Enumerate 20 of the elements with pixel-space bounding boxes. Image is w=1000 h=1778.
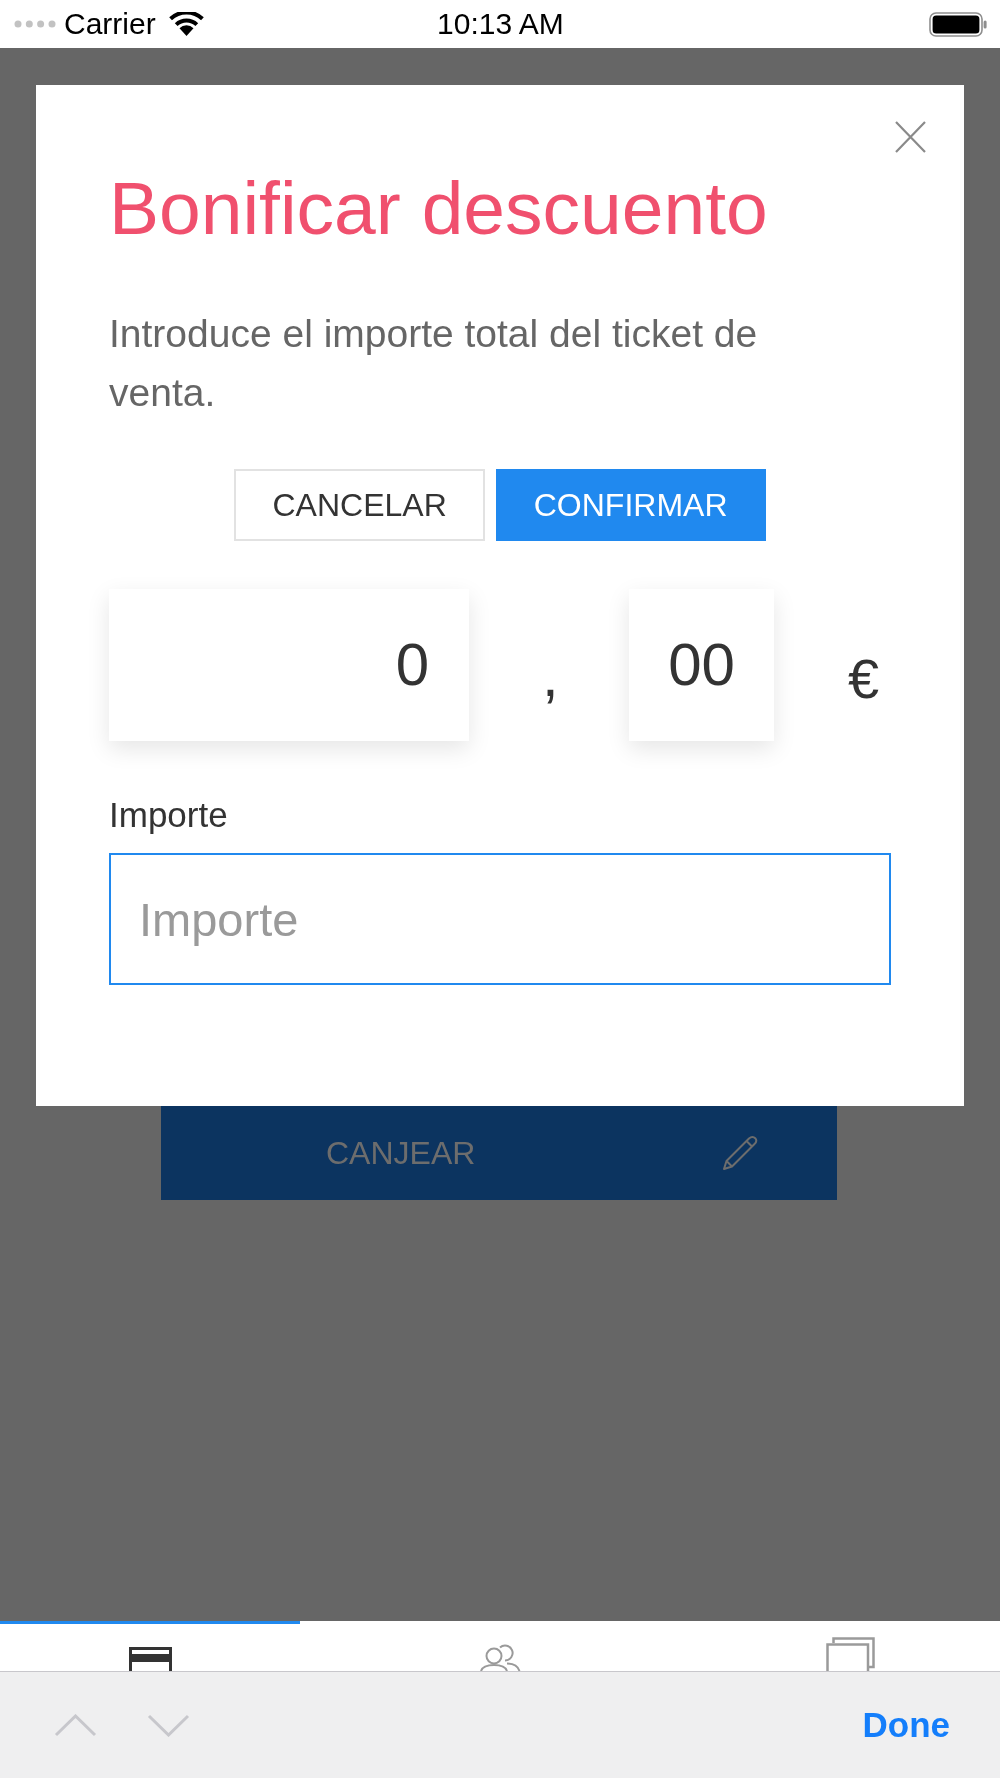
pencil-icon [722, 1135, 758, 1172]
people-icon [479, 1643, 521, 1671]
battery-icon [929, 11, 987, 37]
currency-symbol: € [848, 647, 880, 711]
amount-integer-field[interactable]: 0 [109, 589, 469, 742]
wifi-icon [167, 12, 205, 36]
carrier-name: Carrier [64, 9, 156, 39]
amount-decimal-field[interactable]: 00 [629, 589, 774, 742]
decimal-separator: , [542, 642, 559, 710]
signal-icon [14, 20, 56, 28]
cancel-button[interactable]: CANCELAR [234, 469, 485, 542]
dialog-title: Bonificar descuento [109, 165, 769, 252]
close-icon[interactable] [895, 121, 926, 153]
dialog-message: Introduce el importe total del ticket de venta. [109, 311, 759, 416]
status-time: 10:13 AM [437, 9, 564, 39]
confirm-button[interactable]: CONFIRMAR [495, 469, 766, 542]
field-label: Importe [109, 794, 228, 837]
credit-card-icon [128, 1647, 172, 1671]
stacked-squares-icon [825, 1637, 875, 1671]
amount-input[interactable]: Importe [109, 853, 891, 986]
